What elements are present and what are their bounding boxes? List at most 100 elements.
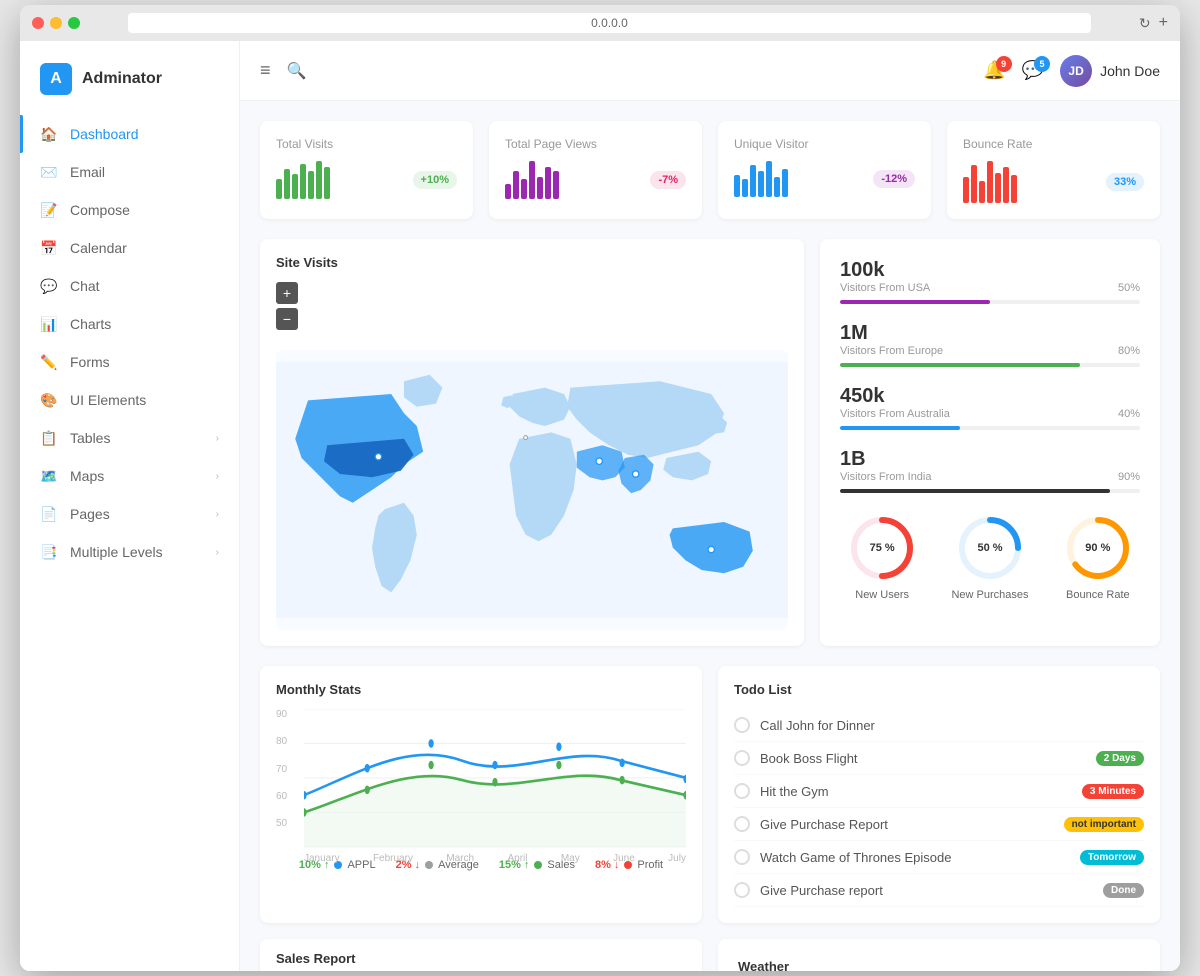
sidebar-item-compose[interactable]: 📝 Compose — [20, 191, 239, 229]
donut-pct-users: 75 % — [870, 542, 895, 554]
visitor-label-europe: Visitors From Europe 80% — [840, 345, 1140, 357]
sales-weather-row: Sales Report November 2017 Sales Report … — [260, 939, 1160, 971]
page-content: Total Visits +10% — [240, 101, 1180, 971]
bar — [324, 167, 330, 199]
middle-row: Site Visits + − — [260, 239, 1160, 646]
stats-row: Total Visits +10% — [260, 121, 1160, 219]
chevron-right-icon: › — [216, 433, 219, 444]
url-bar[interactable]: 0.0.0.0 — [128, 13, 1091, 33]
stat-bars-3 — [963, 161, 1017, 203]
x-label: May — [561, 853, 580, 864]
nav-label-multiple: Multiple Levels — [70, 544, 163, 560]
new-tab-button[interactable]: + — [1159, 14, 1168, 32]
progress-fill — [840, 489, 1110, 493]
sidebar-nav: 🏠 Dashboard ✉️ Email 📝 Compose 📅 Calenda… — [20, 115, 239, 571]
weather-title: Weather — [738, 959, 1140, 971]
todo-text-3: Give Purchase Report — [760, 817, 888, 832]
sidebar-item-charts[interactable]: 📊 Charts — [20, 305, 239, 343]
map-svg — [276, 350, 788, 630]
close-button[interactable] — [32, 17, 44, 29]
tables-icon: 📋 — [40, 429, 58, 447]
visitor-num-europe: 1M — [840, 322, 1140, 345]
email-icon: ✉️ — [40, 163, 58, 181]
progress-fill — [840, 426, 960, 430]
sidebar-item-ui-elements[interactable]: 🎨 UI Elements — [20, 381, 239, 419]
todo-left-4: Watch Game of Thrones Episode — [734, 849, 951, 865]
todo-checkbox-0[interactable] — [734, 717, 750, 733]
sidebar-item-email[interactable]: ✉️ Email — [20, 153, 239, 191]
bar — [300, 164, 306, 199]
world-map — [276, 350, 788, 630]
todo-checkbox-1[interactable] — [734, 750, 750, 766]
progress-bar-australia — [840, 426, 1140, 430]
maps-icon: 🗺️ — [40, 467, 58, 485]
notifications-button[interactable]: 🔔 9 — [983, 60, 1005, 81]
nav-label-charts: Charts — [70, 316, 111, 332]
bar — [963, 177, 969, 203]
donut-new-purchases: 50 % New Purchases — [951, 513, 1028, 601]
stat-title-0: Total Visits — [276, 137, 457, 151]
messages-button[interactable]: 💬 5 — [1022, 60, 1044, 81]
sidebar-item-dashboard[interactable]: 🏠 Dashboard — [20, 115, 239, 153]
zoom-in-button[interactable]: + — [276, 282, 298, 304]
progress-fill — [840, 363, 1080, 367]
search-icon[interactable]: 🔍 — [287, 61, 307, 81]
stat-title-3: Bounce Rate — [963, 137, 1144, 151]
todo-checkbox-4[interactable] — [734, 849, 750, 865]
reload-button[interactable]: ↻ — [1139, 15, 1151, 32]
avatar: JD — [1060, 55, 1092, 87]
sidebar-item-pages[interactable]: 📄 Pages › — [20, 495, 239, 533]
y-label: 70 — [276, 764, 287, 775]
sidebar-item-chat[interactable]: 💬 Chat — [20, 267, 239, 305]
x-label: June — [613, 853, 635, 864]
sidebar-item-maps[interactable]: 🗺️ Maps › — [20, 457, 239, 495]
minimize-button[interactable] — [50, 17, 62, 29]
user-profile[interactable]: JD John Doe — [1060, 55, 1160, 87]
maximize-button[interactable] — [68, 17, 80, 29]
weather-card: Weather 32°F Partly Clouds — [718, 939, 1160, 971]
sidebar-item-calendar[interactable]: 📅 Calendar — [20, 229, 239, 267]
chevron-right-icon-3: › — [216, 509, 219, 520]
todo-left-0: Call John for Dinner — [734, 717, 875, 733]
x-label: April — [507, 853, 527, 864]
todo-item-0: Call John for Dinner — [734, 709, 1144, 742]
browser-window: 0.0.0.0 ↻ + A Adminator 🏠 Dashboard ✉️ E… — [20, 5, 1180, 971]
stat-badge-2: -12% — [873, 170, 915, 188]
charts-icon: 📊 — [40, 315, 58, 333]
zoom-out-button[interactable]: − — [276, 308, 298, 330]
todo-checkbox-3[interactable] — [734, 816, 750, 832]
monthly-stats-card: Monthly Stats 90 80 70 60 50 — [260, 666, 702, 923]
donut-new-users: 75 % New Users — [847, 513, 917, 601]
stat-bars-1 — [505, 161, 559, 199]
todo-tag-2: 3 Minutes — [1082, 784, 1144, 799]
todo-checkbox-5[interactable] — [734, 882, 750, 898]
sales-title: Sales Report — [260, 939, 702, 971]
stat-title-2: Unique Visitor — [734, 137, 915, 151]
bar — [766, 161, 772, 197]
y-label: 80 — [276, 736, 287, 747]
progress-bar-usa — [840, 300, 1140, 304]
sidebar-item-forms[interactable]: ✏️ Forms — [20, 343, 239, 381]
bar — [987, 161, 993, 203]
sidebar-item-tables[interactable]: 📋 Tables › — [20, 419, 239, 457]
bar — [513, 171, 519, 199]
donuts-row: 75 % New Users — [840, 513, 1140, 601]
x-label: July — [668, 853, 686, 864]
donut-container-users: 75 % — [847, 513, 917, 583]
bar — [276, 179, 282, 199]
stat-card-total-visits: Total Visits +10% — [260, 121, 473, 219]
ui-elements-icon: 🎨 — [40, 391, 58, 409]
todo-tag-3: not important — [1064, 817, 1144, 832]
bar — [742, 179, 748, 197]
bar — [734, 175, 740, 197]
sidebar-item-multiple-levels[interactable]: 📑 Multiple Levels › — [20, 533, 239, 571]
todo-card: Todo List Call John for Dinner Book Boss… — [718, 666, 1160, 923]
bottom-row: Monthly Stats 90 80 70 60 50 — [260, 666, 1160, 923]
nav-label-ui: UI Elements — [70, 392, 146, 408]
todo-checkbox-2[interactable] — [734, 783, 750, 799]
bar — [521, 179, 527, 199]
hamburger-icon[interactable]: ≡ — [260, 60, 271, 81]
stat-title-1: Total Page Views — [505, 137, 686, 151]
map-controls: + − — [276, 282, 298, 330]
stat-body-1: -7% — [505, 161, 686, 199]
